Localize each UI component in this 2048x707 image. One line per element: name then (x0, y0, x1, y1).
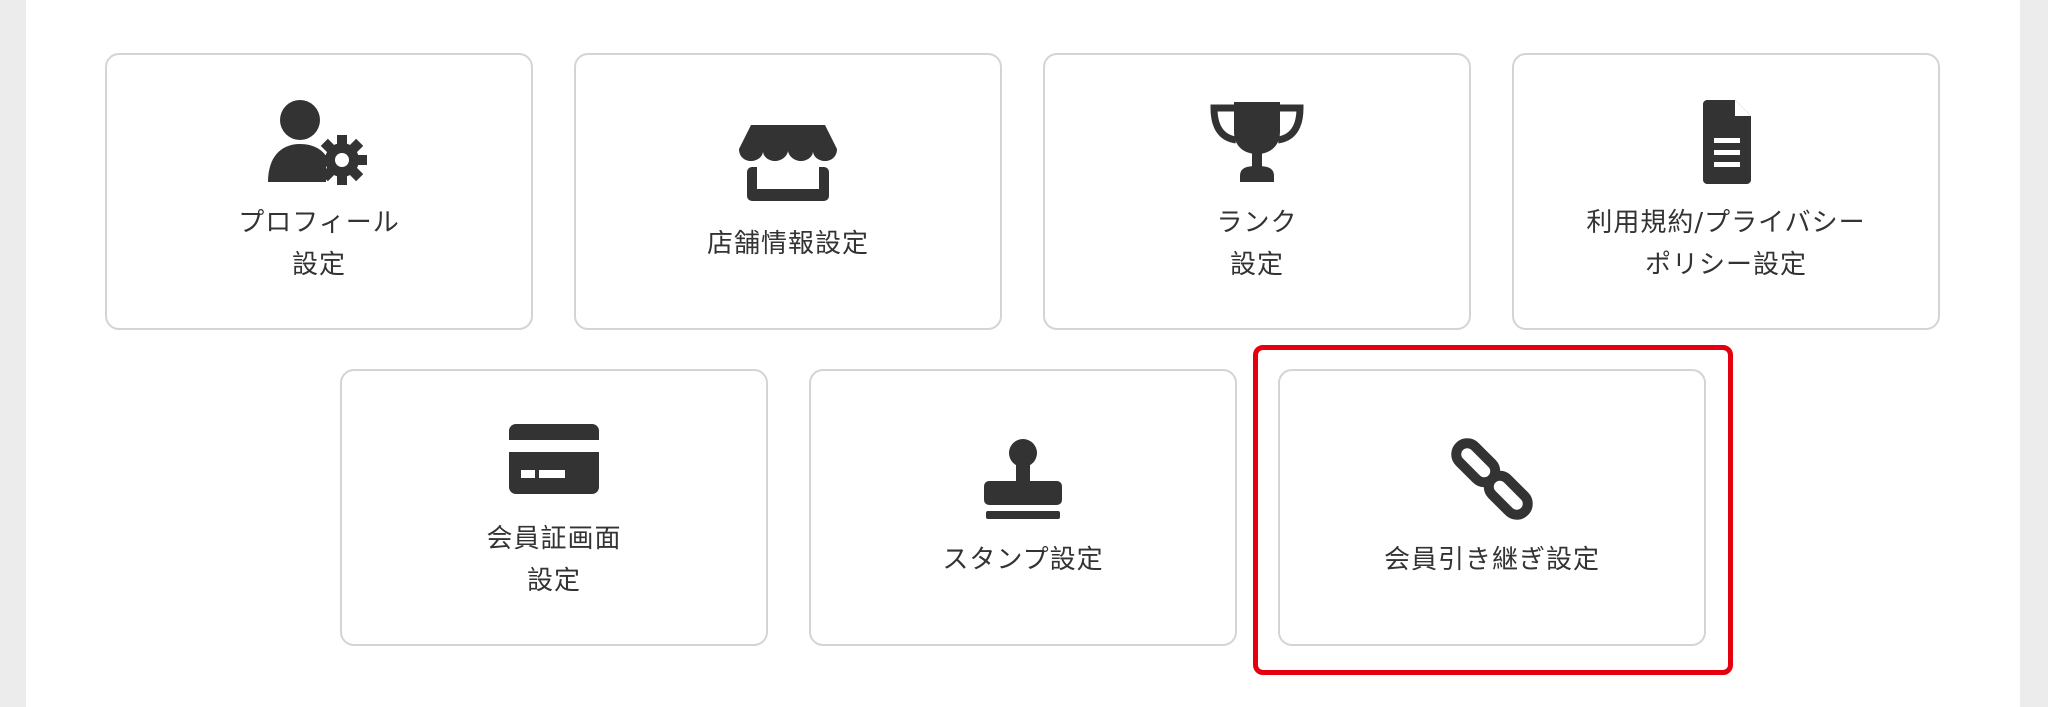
member-card-screen-settings-card[interactable]: 会員証画面 設定 (340, 369, 768, 646)
rank-settings-card[interactable]: ランク 設定 (1043, 53, 1471, 330)
card-label: プロフィール 設定 (238, 207, 400, 280)
terms-privacy-settings-card[interactable]: 利用規約/プライバシー ポリシー設定 (1512, 53, 1940, 330)
store-info-settings-card[interactable]: 店舗情報設定 (574, 53, 1002, 330)
stamp-icon (968, 435, 1078, 523)
trophy-icon (1202, 98, 1312, 186)
user-gear-icon (264, 98, 374, 186)
store-icon (733, 119, 843, 207)
document-icon (1671, 98, 1781, 186)
card-icon (499, 414, 609, 502)
link-icon (1437, 435, 1547, 523)
member-transfer-settings-card[interactable]: 会員引き継ぎ設定 (1278, 369, 1706, 646)
card-label: スタンプ設定 (942, 544, 1104, 575)
stamp-settings-card[interactable]: スタンプ設定 (809, 369, 1237, 646)
settings-panel: プロフィール 設定 店舗情報設定 ランク 設定 利用規約/プライバシー ポリシー… (26, 0, 2020, 707)
card-label: 会員証画面 設定 (486, 523, 622, 596)
profile-settings-card[interactable]: プロフィール 設定 (105, 53, 533, 330)
card-label: 店舗情報設定 (706, 228, 869, 259)
card-label: ランク 設定 (1216, 207, 1298, 280)
card-label: 会員引き継ぎ設定 (1383, 544, 1600, 575)
card-label: 利用規約/プライバシー ポリシー設定 (1586, 207, 1866, 280)
